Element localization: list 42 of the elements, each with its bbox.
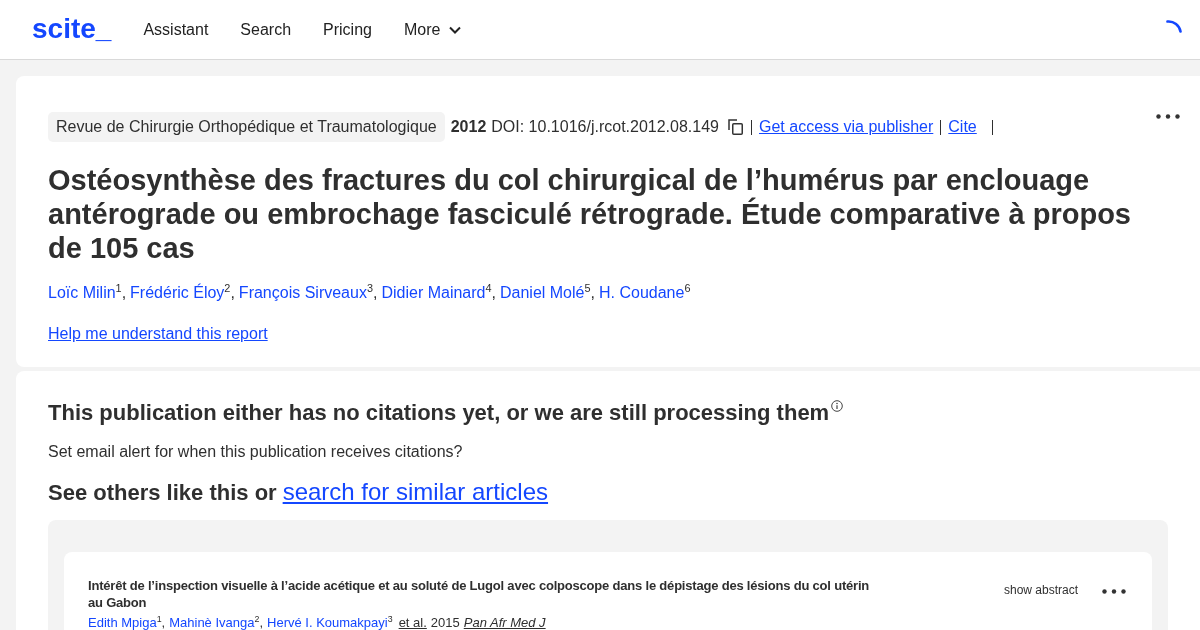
result-year: 2015 — [430, 614, 460, 630]
help-link[interactable]: Help me understand this report — [48, 323, 268, 345]
citations-heading: This publication either has no citations yet, or we are still processing them — [48, 399, 830, 427]
list-comma: , — [590, 283, 595, 303]
et-al-link[interactable]: et al. — [398, 614, 427, 630]
list-comma: , — [259, 614, 264, 630]
similar-heading: See others like this or — [48, 479, 277, 507]
author-link[interactable]: Mahinè Ivanga$^{2}$ — [169, 614, 260, 630]
doi-text: DOI: 10.1016/j.rcot.2012.08.149 — [491, 118, 719, 136]
journal-tag[interactable]: Revue de Chirurgie Orthopédique et Traumatologique — [48, 112, 445, 142]
article-title: Ostéosynthèse des fractures du col chirurgical de l’humérus par enclouage antérograde ou embrochage fasciculé rétrograde. Étude comparative à propos de 105 cas — [48, 163, 1132, 265]
author-link[interactable]: Hervé I. Koumakpayi$^{3}$ — [267, 614, 393, 630]
more-options-icon[interactable] — [1156, 114, 1180, 119]
publication-year: 2012 — [450, 118, 487, 136]
list-comma: , — [491, 283, 496, 303]
more-options-icon[interactable] — [1102, 589, 1126, 594]
alert-text: Set email alert for when this publication receives citations? — [48, 442, 463, 462]
list-comma: , — [161, 614, 166, 630]
journal-link[interactable]: Pan Afr Med J — [463, 614, 546, 630]
author-link[interactable]: François Sirveaux$^{3}$ — [238, 282, 373, 304]
list-comma: , — [121, 283, 127, 303]
author-link[interactable]: Daniel Molé$^{5}$ — [500, 282, 591, 304]
loading-spinner-icon — [1166, 19, 1182, 33]
nav-link[interactable]: Assistant — [143, 20, 209, 39]
similar-articles-link[interactable]: search for similar articles — [282, 477, 549, 507]
nav-link[interactable]: Search — [240, 20, 292, 39]
list-comma: , — [230, 283, 235, 303]
logo[interactable]: scite_ — [32, 12, 112, 45]
show-abstract-button[interactable]: show abstract — [1003, 583, 1078, 597]
info-icon[interactable] — [831, 400, 844, 412]
copy-icon[interactable] — [728, 119, 744, 135]
action-link[interactable]: Cite — [948, 118, 977, 136]
chevron-down-icon — [449, 25, 462, 34]
author-link[interactable]: Frédéric Éloy$^{2}$ — [130, 282, 231, 304]
nav-link[interactable]: Pricing — [323, 20, 372, 39]
author-link[interactable]: Loïc Milin$^{1}$ — [48, 282, 122, 304]
action-link[interactable]: Get access via publisher — [759, 118, 934, 136]
author-link[interactable]: Edith Mpiga$^{1}$ — [88, 614, 162, 630]
nav-dropdown[interactable]: More — [403, 20, 462, 39]
author-link[interactable]: Didier Mainard$^{4}$ — [381, 282, 492, 304]
list-comma: , — [372, 283, 378, 303]
author-link[interactable]: H. Coudane$^{6}$ — [599, 282, 691, 304]
